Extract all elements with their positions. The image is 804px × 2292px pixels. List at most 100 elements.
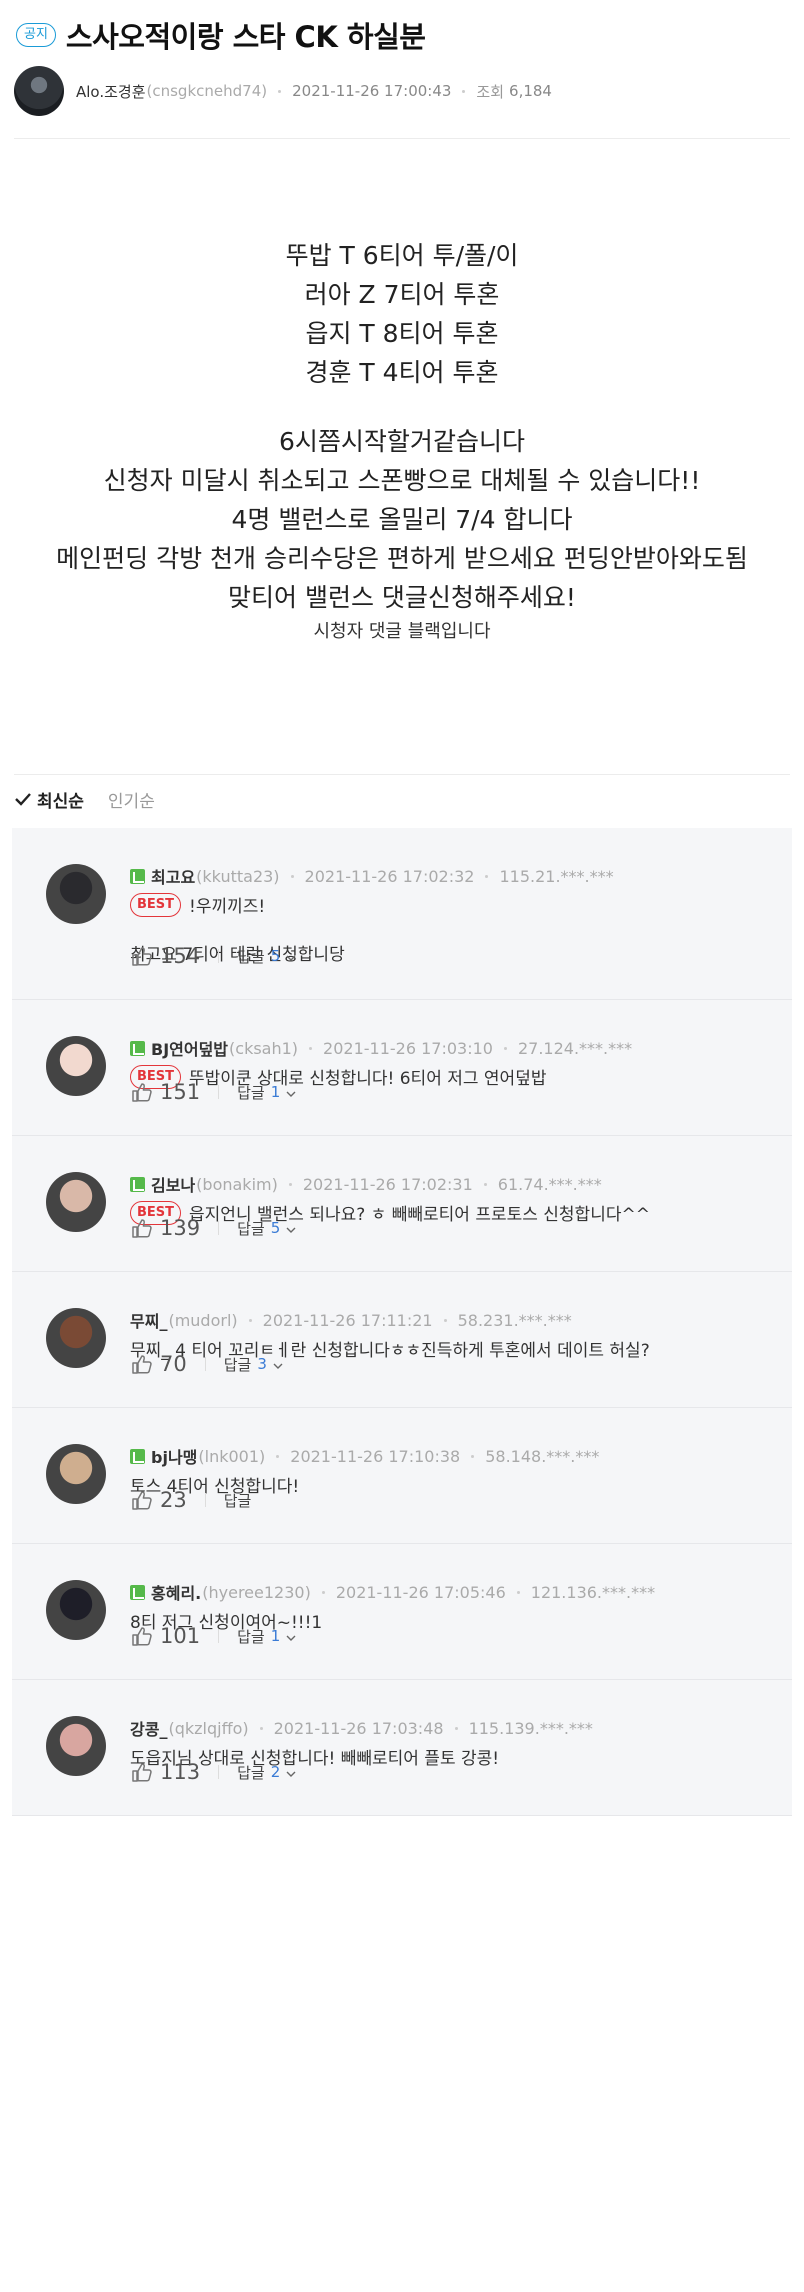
like-count: 113	[160, 1760, 201, 1784]
title-row: 공지 스사오적이랑 스타 CK 하실분	[16, 14, 426, 56]
meta-separator	[278, 89, 282, 93]
reply-button[interactable]: 답글	[237, 1082, 265, 1103]
commenter-name[interactable]: BJ연어덮밥	[151, 1036, 228, 1060]
post-line: 4명 밸런스로 올밀리 7/4 합니다	[231, 505, 573, 534]
comment-date: 2021-11-26 17:02:32	[304, 866, 475, 886]
like-count: 70	[160, 1352, 187, 1376]
chevron-down-icon[interactable]	[285, 1630, 297, 1642]
comment-header: 최고요 (kkutta23) 2021-11-26 17:02:32 115.21.*…	[130, 864, 614, 888]
page: 공지 스사오적이랑 스타 CK 하실분 Alo.조경훈 (cnsgkcnehd7…	[0, 0, 804, 2292]
sort-popular[interactable]: 인기순	[108, 787, 155, 812]
like-count: 139	[160, 1216, 201, 1240]
commenter-name[interactable]: 무찌_	[130, 1308, 167, 1332]
footer-separator	[218, 1221, 220, 1235]
comment-ip: 121.136.***.***	[530, 1582, 656, 1602]
thumbs-up-icon[interactable]	[130, 945, 154, 967]
meta-separator	[290, 874, 294, 878]
commenter-avatar[interactable]	[46, 1580, 106, 1640]
best-badge: BEST	[130, 892, 182, 917]
reply-count[interactable]: 1	[271, 1083, 281, 1101]
reply-count[interactable]: 5	[271, 947, 281, 965]
commenter-avatar[interactable]	[46, 1716, 106, 1776]
post-line: 신청자 미달시 취소되고 스폰빵으로 대체될 수 있습니다!!	[103, 466, 701, 495]
chevron-down-icon[interactable]	[285, 1086, 297, 1098]
commenter-name[interactable]: 홍혜리.	[151, 1580, 201, 1604]
comment-item: 홍혜리. (hyeree1230) 2021-11-26 17:05:46 121.1…	[12, 1544, 792, 1680]
chevron-down-icon[interactable]	[285, 1222, 297, 1234]
footer-separator	[218, 1765, 220, 1779]
reply-button[interactable]: 답글	[224, 1354, 252, 1375]
fan-badge-icon	[130, 1176, 145, 1192]
chevron-down-icon[interactable]	[272, 1358, 284, 1370]
reply-button[interactable]: 답글	[237, 1762, 265, 1783]
commenter-id: (mudorl)	[168, 1310, 238, 1330]
post-line: 시청자 댓글 블랙입니다	[313, 621, 491, 642]
author-avatar[interactable]	[14, 66, 64, 116]
divider	[14, 138, 790, 139]
post-line: 읍지 T 8티어 투혼	[305, 319, 499, 348]
reply-button[interactable]: 답글	[237, 1626, 265, 1647]
reply-count[interactable]: 5	[271, 1219, 281, 1237]
sort-latest[interactable]: 최신순	[37, 787, 84, 812]
post-line: 뚜밥 T 6티어 투/폴/이	[285, 241, 519, 270]
thumbs-up-icon[interactable]	[130, 1353, 154, 1375]
comment-footer: 113 답글 2	[130, 1760, 297, 1784]
thumbs-up-icon[interactable]	[130, 1489, 154, 1511]
comment-text: !우끼끼즈!	[189, 897, 266, 917]
footer-separator	[204, 1357, 206, 1371]
comment-ip: 115.21.***.***	[499, 866, 614, 886]
comment-item: 강콩_ (qkzlqjffo) 2021-11-26 17:03:48 115.139…	[12, 1680, 792, 1816]
meta-separator	[309, 1046, 313, 1050]
meta-separator	[503, 1046, 507, 1050]
post-line: 메인펀딩 각방 천개 승리수당은 편하게 받으세요 펀딩안받아와도됨	[56, 544, 748, 573]
commenter-id: (qkzlqjffo)	[168, 1718, 249, 1738]
thumbs-up-icon[interactable]	[130, 1761, 154, 1783]
thumbs-up-icon[interactable]	[130, 1217, 154, 1239]
commenter-avatar[interactable]	[46, 1308, 106, 1368]
comment-header: BJ연어덮밥 (cksah1) 2021-11-26 17:03:10 27.124.…	[130, 1036, 632, 1060]
commenter-name[interactable]: 최고요	[151, 864, 195, 888]
commenter-avatar[interactable]	[46, 864, 106, 924]
comment-item: 최고요 (kkutta23) 2021-11-26 17:02:32 115.21.*…	[12, 828, 792, 1000]
comment-footer: 151 답글 1	[130, 1080, 297, 1104]
reply-count[interactable]: 3	[257, 1355, 267, 1373]
reply-count[interactable]: 2	[271, 1763, 281, 1781]
thumbs-up-icon[interactable]	[130, 1081, 154, 1103]
notice-badge: 공지	[16, 23, 56, 47]
views-count: 6,184	[509, 82, 552, 100]
chevron-down-icon[interactable]	[285, 1766, 297, 1778]
reply-button[interactable]: 답글	[237, 1218, 265, 1239]
author-name[interactable]: Alo.조경훈	[76, 81, 146, 102]
comment-item: BJ연어덮밥 (cksah1) 2021-11-26 17:03:10 27.124.…	[12, 1000, 792, 1136]
commenter-avatar[interactable]	[46, 1036, 106, 1096]
comment-item: 무찌_ (mudorl) 2021-11-26 17:11:21 58.231.***…	[12, 1272, 792, 1408]
divider	[14, 774, 790, 775]
reply-button[interactable]: 답글	[224, 1490, 252, 1511]
meta-separator	[259, 1726, 263, 1730]
like-count: 151	[160, 1080, 201, 1104]
comment-ip: 115.139.***.***	[468, 1718, 593, 1738]
post-line: 경훈 T 4티어 투혼	[305, 358, 499, 387]
footer-separator	[218, 1085, 220, 1099]
commenter-avatar[interactable]	[46, 1172, 106, 1232]
comment-footer: 154 답글 5	[130, 944, 297, 968]
comment-date: 2021-11-26 17:11:21	[262, 1310, 433, 1330]
commenter-name[interactable]: 강콩_	[130, 1716, 167, 1740]
reply-count[interactable]: 1	[271, 1627, 281, 1645]
commenter-avatar[interactable]	[46, 1444, 106, 1504]
comment-list: 최고요 (kkutta23) 2021-11-26 17:02:32 115.21.*…	[12, 828, 792, 1816]
check-icon	[15, 793, 31, 806]
thumbs-up-icon[interactable]	[130, 1625, 154, 1647]
meta-separator	[483, 1182, 487, 1186]
comment-date: 2021-11-26 17:10:38	[290, 1446, 461, 1466]
post-date: 2021-11-26 17:00:43	[292, 82, 452, 100]
chevron-down-icon[interactable]	[285, 950, 297, 962]
commenter-name[interactable]: bj나맹	[151, 1444, 197, 1468]
like-count: 23	[160, 1488, 187, 1512]
reply-button[interactable]: 답글	[237, 946, 265, 967]
fan-badge-icon	[130, 868, 145, 884]
meta-separator	[288, 1182, 292, 1186]
post-meta: Alo.조경훈 (cnsgkcnehd74) 2021-11-26 17:00:…	[14, 66, 552, 116]
commenter-name[interactable]: 김보나	[151, 1172, 195, 1196]
